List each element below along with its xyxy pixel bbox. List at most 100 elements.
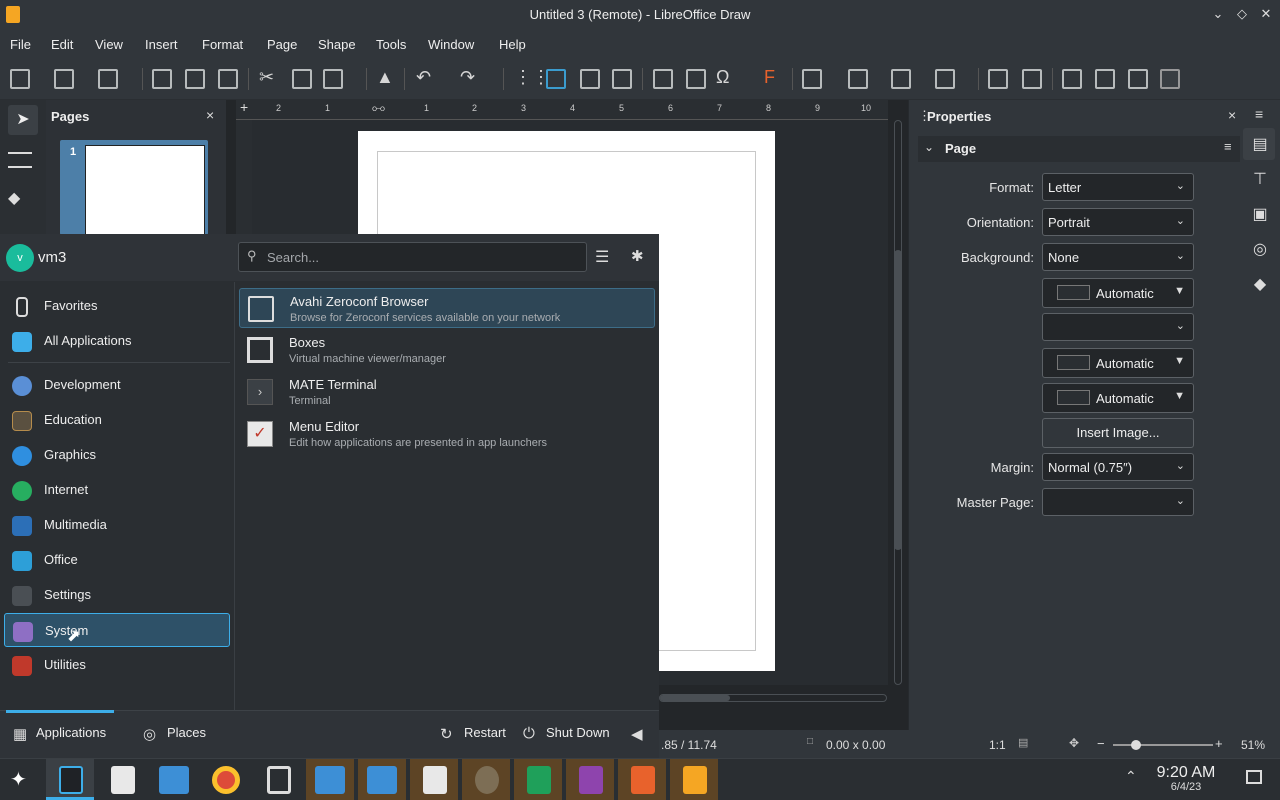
menu-window[interactable]: Window (428, 37, 474, 52)
master-page-select[interactable]: ⌄ (1042, 488, 1194, 516)
glue-points-icon[interactable] (1095, 69, 1115, 89)
ruler-indent-marker[interactable]: ⧟ (372, 100, 385, 116)
menu-format[interactable]: Format (202, 37, 243, 52)
task-libreoffice-impress[interactable] (618, 759, 666, 800)
zoom-slider[interactable] (1113, 740, 1213, 750)
category-utilities[interactable]: Utilities (4, 648, 230, 682)
navigator-icon[interactable]: ◎ (1250, 239, 1270, 259)
clock-time[interactable]: 9:20 AM (1150, 764, 1222, 782)
pages-panel-close-icon[interactable]: × (206, 107, 214, 123)
page-thumbnail-selected[interactable]: 1 (60, 140, 208, 235)
save-icon[interactable] (98, 69, 118, 89)
app-item-avahi[interactable]: Avahi Zeroconf Browser Browse for Zeroco… (239, 288, 655, 328)
helplines-icon[interactable] (546, 69, 566, 89)
category-internet[interactable]: Internet (4, 473, 230, 507)
fill-color-icon[interactable]: ◆ (8, 188, 28, 207)
insert-image-icon[interactable] (653, 69, 673, 89)
category-favorites[interactable]: Favorites (4, 289, 230, 323)
menu-view[interactable]: View (95, 37, 123, 52)
gallery-icon[interactable]: ▣ (1250, 204, 1270, 224)
menu-edit[interactable]: Edit (51, 37, 73, 52)
open-icon[interactable] (54, 69, 74, 89)
minimize-icon[interactable]: ⌄ (1210, 6, 1226, 22)
background-select[interactable]: None ⌄ (1042, 243, 1194, 271)
task-system-settings[interactable] (46, 759, 94, 800)
task-gimp[interactable] (462, 759, 510, 800)
align-icon[interactable] (848, 69, 868, 89)
show-desktop-icon[interactable] (1246, 770, 1262, 784)
zoom-level[interactable]: 51% (1241, 738, 1265, 752)
page-section-header[interactable]: ⌄ Page ≡ (918, 136, 1240, 162)
snap-icon[interactable] (580, 69, 600, 89)
task-libreoffice-calc[interactable] (514, 759, 562, 800)
shadow-icon[interactable] (988, 69, 1008, 89)
distribute-icon[interactable] (935, 69, 955, 89)
properties-close-icon[interactable]: × (1228, 107, 1236, 123)
category-education[interactable]: Education (4, 403, 230, 437)
vertical-scrollbar[interactable] (893, 120, 903, 685)
fit-page-icon[interactable]: ✥ (1069, 736, 1079, 750)
export-pdf-icon[interactable] (185, 69, 205, 89)
undo-icon[interactable]: ↶ (416, 67, 431, 88)
insert-image-button[interactable]: Insert Image... (1042, 418, 1194, 448)
copy-icon[interactable] (292, 69, 312, 89)
color-picker-1[interactable]: Automatic ▼ (1042, 278, 1194, 308)
category-graphics[interactable]: Graphics (4, 438, 230, 472)
places-tab[interactable]: Places (167, 725, 206, 740)
crop-icon[interactable] (1022, 69, 1042, 89)
task-file-manager[interactable] (150, 759, 198, 800)
search-field[interactable]: ⚲ (238, 242, 587, 272)
paste-icon[interactable] (323, 69, 343, 89)
shapes-icon[interactable]: ◆ (1250, 274, 1270, 294)
arrange-icon[interactable] (891, 69, 911, 89)
start-menu-button[interactable]: ✦ (0, 759, 42, 800)
vertical-scroll-thumb[interactable] (894, 250, 902, 550)
clock-date[interactable]: 6/4/23 (1150, 781, 1222, 793)
zoom-in-icon[interactable]: + (1215, 736, 1223, 751)
pin-icon[interactable]: ✱ (631, 247, 644, 265)
horizontal-scrollbar[interactable] (659, 694, 887, 702)
applications-tab[interactable]: Applications (36, 725, 106, 740)
scale-factor[interactable]: 1:1 (989, 738, 1006, 752)
insert-textbox-icon[interactable] (686, 69, 706, 89)
task-remote-folder-1[interactable] (306, 759, 354, 800)
3d-icon[interactable] (1128, 69, 1148, 89)
styles-icon[interactable]: ⊤ (1250, 169, 1270, 189)
system-tray-expand-icon[interactable]: ⌃ (1125, 768, 1137, 785)
app-item-mate-terminal[interactable]: › MATE Terminal Terminal (239, 372, 655, 412)
category-settings[interactable]: Settings (4, 578, 230, 612)
menu-page[interactable]: Page (267, 37, 297, 52)
shutdown-button[interactable]: Shut Down (546, 725, 610, 740)
avatar[interactable]: v (6, 244, 34, 272)
redo-icon[interactable]: ↷ (460, 67, 475, 88)
task-chrome[interactable] (202, 759, 250, 800)
menu-tools[interactable]: Tools (376, 37, 406, 52)
task-remote-folder-2[interactable] (358, 759, 406, 800)
category-office[interactable]: Office (4, 543, 230, 577)
maximize-icon[interactable]: ◇ (1234, 6, 1250, 22)
transformations-icon[interactable] (802, 69, 822, 89)
category-multimedia[interactable]: Multimedia (4, 508, 230, 542)
menu-file[interactable]: File (10, 37, 31, 52)
sidebar-toggle-icon[interactable] (1160, 69, 1180, 89)
fontwork-icon[interactable]: F (764, 67, 775, 88)
menu-shape[interactable]: Shape (318, 37, 356, 52)
section-menu-icon[interactable]: ≡ (1224, 139, 1232, 154)
category-all-applications[interactable]: All Applications (4, 324, 230, 358)
leave-options-icon[interactable]: ◀ (631, 725, 643, 743)
search-input[interactable] (267, 248, 567, 266)
category-system[interactable]: System ⬈ (4, 613, 230, 647)
document-modified-icon[interactable]: ▤ (1018, 736, 1028, 749)
format-select[interactable]: Letter ⌄ (1042, 173, 1194, 201)
task-libreoffice-math[interactable] (566, 759, 614, 800)
margin-select[interactable]: Normal (0.75″) ⌄ (1042, 453, 1194, 481)
points-icon[interactable] (1062, 69, 1082, 89)
sidebar-menu-icon[interactable]: ≡ (1255, 106, 1263, 122)
print-icon[interactable] (218, 69, 238, 89)
configure-icon[interactable]: ☰ (595, 247, 609, 267)
zoom-slider-handle[interactable] (1131, 740, 1141, 750)
app-item-menu-editor[interactable]: ✓ Menu Editor Edit how applications are … (239, 414, 655, 454)
special-character-icon[interactable]: Ω (716, 67, 729, 88)
category-development[interactable]: Development (4, 368, 230, 402)
clone-formatting-icon[interactable]: ▲ (376, 67, 394, 88)
